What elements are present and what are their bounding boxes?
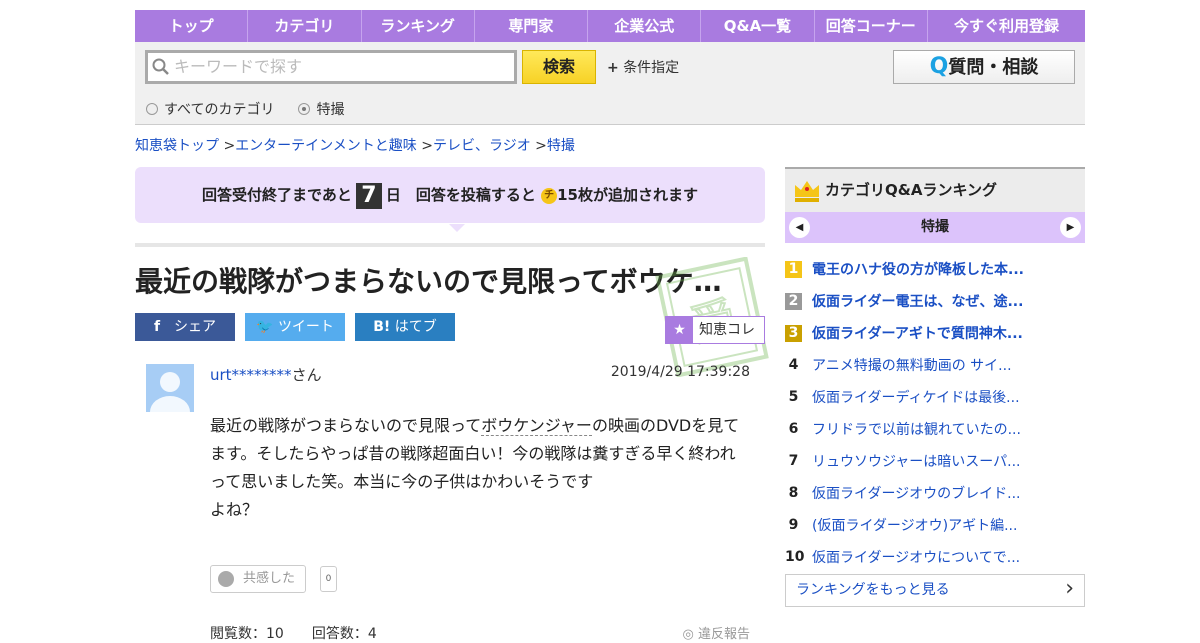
radio-cat-label: 特撮 xyxy=(316,102,345,118)
view-answer-stats: 閲覧数：10 回答数：4 xyxy=(210,626,377,642)
empathy-button[interactable]: 共感した xyxy=(210,565,306,593)
user-link[interactable]: urt******** xyxy=(210,366,292,384)
ranking-item[interactable]: 1 電王のハナ役の方が降板した本... xyxy=(785,253,1085,285)
category-ranking: カテゴリQ&Aランキング ◀ 特撮 ▶ 1 電王のハナ役の方が降板した本... 2 仮面ラ… xyxy=(785,167,1085,607)
ranking-link[interactable]: 電王のハナ役の方が降板した本... xyxy=(812,259,1024,279)
ask-question-button[interactable]: Q質問・相談 xyxy=(893,50,1075,84)
nav-ranking[interactable]: ランキング xyxy=(362,10,475,42)
post-date: 2019/4/29 17:39:28 xyxy=(610,364,750,380)
ranking-item[interactable]: 7 リュウソウジャーは暗いスーパ... xyxy=(785,445,1085,477)
ranking-item[interactable]: 2 仮面ライダー電王は、なぜ、途... xyxy=(785,285,1085,317)
rank-number: 6 xyxy=(788,420,799,437)
avatar xyxy=(146,364,194,412)
ranking-category: 特撮 xyxy=(921,219,949,235)
conditions-label: 条件指定 xyxy=(623,60,680,76)
rank-number: 8 xyxy=(788,484,799,501)
search-button[interactable]: 検索 xyxy=(522,50,596,84)
ranking-item[interactable]: 5 仮面ライダーディケイドは最後... xyxy=(785,381,1085,413)
radio-all-categories[interactable]: すべてのカテゴリ xyxy=(146,99,274,119)
crumb-entertainment[interactable]: エンターテインメントと趣味 xyxy=(235,138,417,154)
days-left: 7 xyxy=(355,182,382,209)
global-nav: トップ カテゴリ ランキング 専門家 企業公式 Q&A一覧 回答コーナー 今すぐ… xyxy=(135,10,1085,42)
search-icon xyxy=(152,58,169,75)
ranking-title: カテゴリQ&Aランキング xyxy=(825,181,997,199)
question-body: 最近の戦隊がつまらないので見限ってボウケンジャーの映画のDVDを見てます。そした… xyxy=(210,416,740,519)
nav-answer-corner[interactable]: 回答コーナー xyxy=(815,10,928,42)
ranking-item[interactable]: 4 アニメ特撮の無料動画の サイ... xyxy=(785,349,1085,381)
chiekore-button[interactable]: ★ 知恵コレ xyxy=(665,316,765,344)
search-bar: キーワードで探す 検索 + 条件指定 Q質問・相談 すべてのカテゴリ 特撮 xyxy=(135,42,1085,125)
nav-qa-list[interactable]: Q&A一覧 xyxy=(701,10,815,42)
rank-number: 2 xyxy=(785,292,802,310)
ranking-link[interactable]: 仮面ライダーアギトで質問神木... xyxy=(812,323,1023,343)
coin-icon: チ xyxy=(541,187,558,204)
rank-number: 3 xyxy=(785,324,802,342)
crumb-tv-radio[interactable]: テレビ、ラジオ xyxy=(433,138,531,154)
next-category-button[interactable]: ▶ xyxy=(1060,217,1081,238)
hatena-bookmark-button[interactable]: B! はてブ xyxy=(355,313,455,341)
radio-current-category[interactable]: 特撮 xyxy=(298,99,344,119)
answer-deadline-notice: 回答受付終了まであと 7 日 回答を投稿すると チ 15枚が追加されます xyxy=(135,167,765,232)
nav-experts[interactable]: 専門家 xyxy=(475,10,589,42)
nav-top[interactable]: トップ xyxy=(135,10,249,42)
hatena-icon: B! xyxy=(373,319,391,335)
ranking-item[interactable]: 9 (仮面ライダージオウ)アギト編... xyxy=(785,509,1085,541)
conditions-link[interactable]: + 条件指定 xyxy=(607,57,679,77)
search-input[interactable]: キーワードで探す xyxy=(145,50,517,84)
ask-label: 質問・相談 xyxy=(948,57,1039,78)
rank-number: 7 xyxy=(788,452,799,469)
ranking-link[interactable]: 仮面ライダージオウのブレイド... xyxy=(812,483,1021,503)
divider xyxy=(135,243,765,247)
prev-category-button[interactable]: ◀ xyxy=(789,217,810,238)
twitter-icon: 🐦 xyxy=(256,319,274,335)
ranking-link[interactable]: (仮面ライダージオウ)アギト編... xyxy=(812,515,1017,535)
ranking-link[interactable]: リュウソウジャーは暗いスーパ... xyxy=(812,451,1021,471)
report-link[interactable]: ◎ 違反報告 xyxy=(683,623,751,642)
nav-register[interactable]: 今すぐ利用登録 xyxy=(928,10,1085,42)
honorific: さん xyxy=(291,366,322,384)
ranking-link[interactable]: フリドラで以前は観れていたの... xyxy=(812,419,1021,439)
radio-all-label: すべてのカテゴリ xyxy=(164,102,275,118)
plus-icon: + xyxy=(607,60,619,76)
ranking-link[interactable]: 仮面ライダーディケイドは最後... xyxy=(812,387,1020,407)
rank-number: 5 xyxy=(788,388,799,405)
crumb-tokusatsu[interactable]: 特撮 xyxy=(547,138,575,154)
twitter-tweet-button[interactable]: 🐦 ツイート xyxy=(245,313,345,341)
ranking-link[interactable]: 仮面ライダー電王は、なぜ、途... xyxy=(812,291,1023,311)
rank-number: 1 xyxy=(785,260,802,278)
keyword-link[interactable]: ボウケンジャー xyxy=(481,416,592,436)
nav-official[interactable]: 企業公式 xyxy=(588,10,702,42)
facebook-icon: f xyxy=(153,319,161,335)
ranking-item[interactable]: 8 仮面ライダージオウのブレイド... xyxy=(785,477,1085,509)
ranking-item[interactable]: 6 フリドラで以前は観れていたの... xyxy=(785,413,1085,445)
crumb-top[interactable]: 知恵袋トップ xyxy=(135,138,219,154)
q-icon: Q xyxy=(929,54,949,79)
facebook-share-button[interactable]: f シェア xyxy=(135,313,235,341)
ranking-item[interactable]: 10 仮面ライダージオウについてで... xyxy=(785,541,1085,573)
rank-number: 9 xyxy=(788,516,799,533)
nav-category[interactable]: カテゴリ xyxy=(248,10,362,42)
crown-icon xyxy=(795,181,819,202)
breadcrumb: 知恵袋トップ >エンターテインメントと趣味 >テレビ、ラジオ >特撮 xyxy=(135,138,575,154)
ranking-link[interactable]: 仮面ライダージオウについてで... xyxy=(812,547,1020,567)
more-ranking-link[interactable]: ランキングをもっと見る xyxy=(785,573,1085,607)
rank-number: 10 xyxy=(785,548,805,565)
ranking-item[interactable]: 3 仮面ライダーアギトで質問神木... xyxy=(785,317,1085,349)
star-icon: ★ xyxy=(666,317,693,343)
ranking-link[interactable]: アニメ特撮の無料動画の サイ... xyxy=(812,355,1012,375)
empathy-count: 0 xyxy=(320,566,337,592)
search-placeholder: キーワードで探す xyxy=(174,57,303,76)
smile-icon xyxy=(218,571,234,587)
rank-number: 4 xyxy=(788,356,799,373)
